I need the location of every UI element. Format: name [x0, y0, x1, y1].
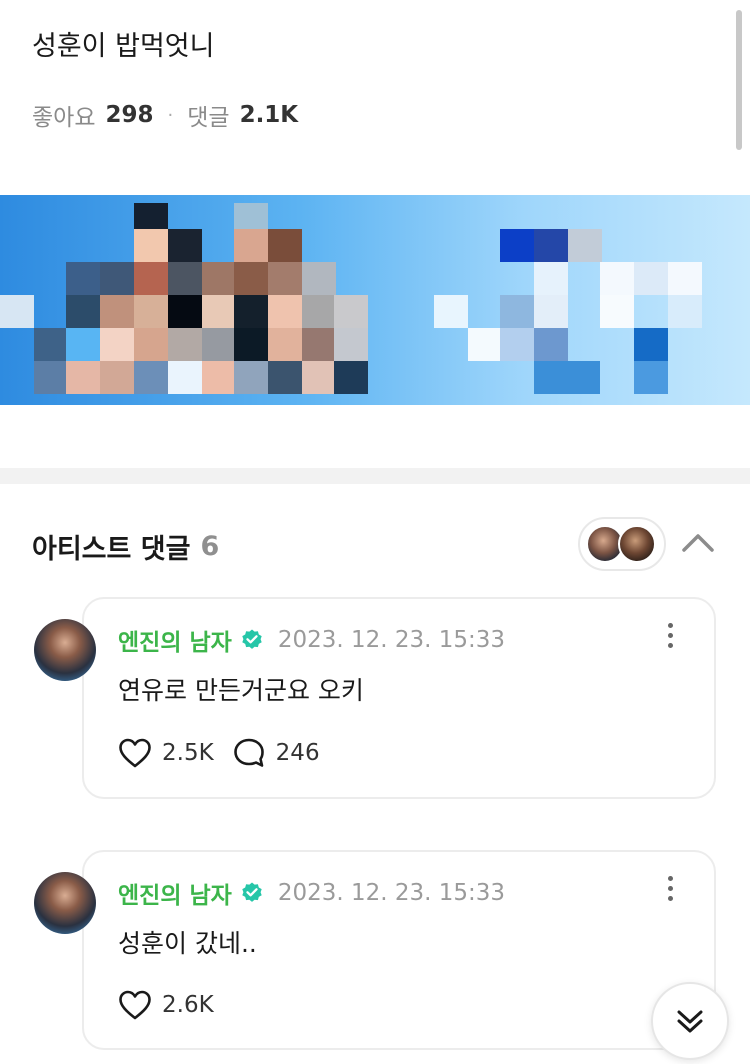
- post-title: 성훈이 밥먹엇니: [32, 31, 215, 62]
- comment-header: 엔진의 남자 2023. 12. 23. 15:33: [118, 623, 505, 657]
- speech-bubble-icon: [233, 738, 264, 767]
- avatar[interactable]: [34, 872, 96, 934]
- artist-avatar: [618, 525, 656, 563]
- comment-author[interactable]: 엔진의 남자: [118, 623, 232, 657]
- section-divider: [0, 468, 750, 484]
- comment-actions: 2.5K 246: [118, 737, 338, 769]
- heart-icon: [119, 738, 151, 768]
- double-chevron-down-icon: [677, 1010, 703, 1033]
- more-vertical-icon[interactable]: [666, 623, 674, 651]
- stats-separator: ·: [167, 104, 174, 126]
- like-button[interactable]: 2.5K: [118, 738, 214, 768]
- reply-count: 246: [275, 740, 320, 766]
- scrollbar-thumb[interactable]: [736, 10, 742, 150]
- scroll-down-button[interactable]: [651, 982, 729, 1060]
- comment-text: 성훈이 갔네..: [118, 929, 257, 958]
- avatar[interactable]: [34, 619, 96, 681]
- comments-label: 댓글: [187, 105, 230, 131]
- verified-badge-icon: [242, 882, 262, 902]
- post-stats: 좋아요 298 · 댓글 2.1K: [32, 98, 298, 132]
- verified-badge-icon: [242, 629, 262, 649]
- comment-card[interactable]: 엔진의 남자 2023. 12. 23. 15:33 연유로 만든거군요 오키 …: [82, 597, 716, 799]
- likes-count: 298: [105, 102, 154, 128]
- comments-count: 2.1K: [239, 102, 299, 128]
- comment-header: 엔진의 남자 2023. 12. 23. 15:33: [118, 876, 505, 910]
- like-button[interactable]: 2.6K: [118, 990, 214, 1020]
- chevron-up-icon[interactable]: [680, 528, 716, 558]
- comment-date: 2023. 12. 23. 15:33: [277, 880, 506, 906]
- comment-card[interactable]: 엔진의 남자 2023. 12. 23. 15:33 성훈이 갔네.. 2.6K: [82, 850, 716, 1050]
- artist-comments-title: 아티스트 댓글 6: [32, 527, 219, 566]
- artist-avatar-stack[interactable]: [578, 517, 666, 571]
- artist-comments-label: 아티스트 댓글: [32, 534, 191, 565]
- like-count: 2.5K: [162, 740, 214, 766]
- heart-icon: [119, 990, 151, 1020]
- comment-author[interactable]: 엔진의 남자: [118, 876, 232, 910]
- reply-button[interactable]: 246: [232, 737, 320, 769]
- comment-text: 연유로 만든거군요 오키: [118, 676, 364, 705]
- likes-label: 좋아요: [32, 105, 96, 131]
- artist-comments-count: 6: [200, 531, 220, 562]
- comment-actions: 2.6K: [118, 990, 232, 1020]
- like-count: 2.6K: [162, 992, 214, 1018]
- more-vertical-icon[interactable]: [666, 876, 674, 904]
- post-image[interactable]: [0, 195, 750, 405]
- comment-date: 2023. 12. 23. 15:33: [277, 627, 506, 653]
